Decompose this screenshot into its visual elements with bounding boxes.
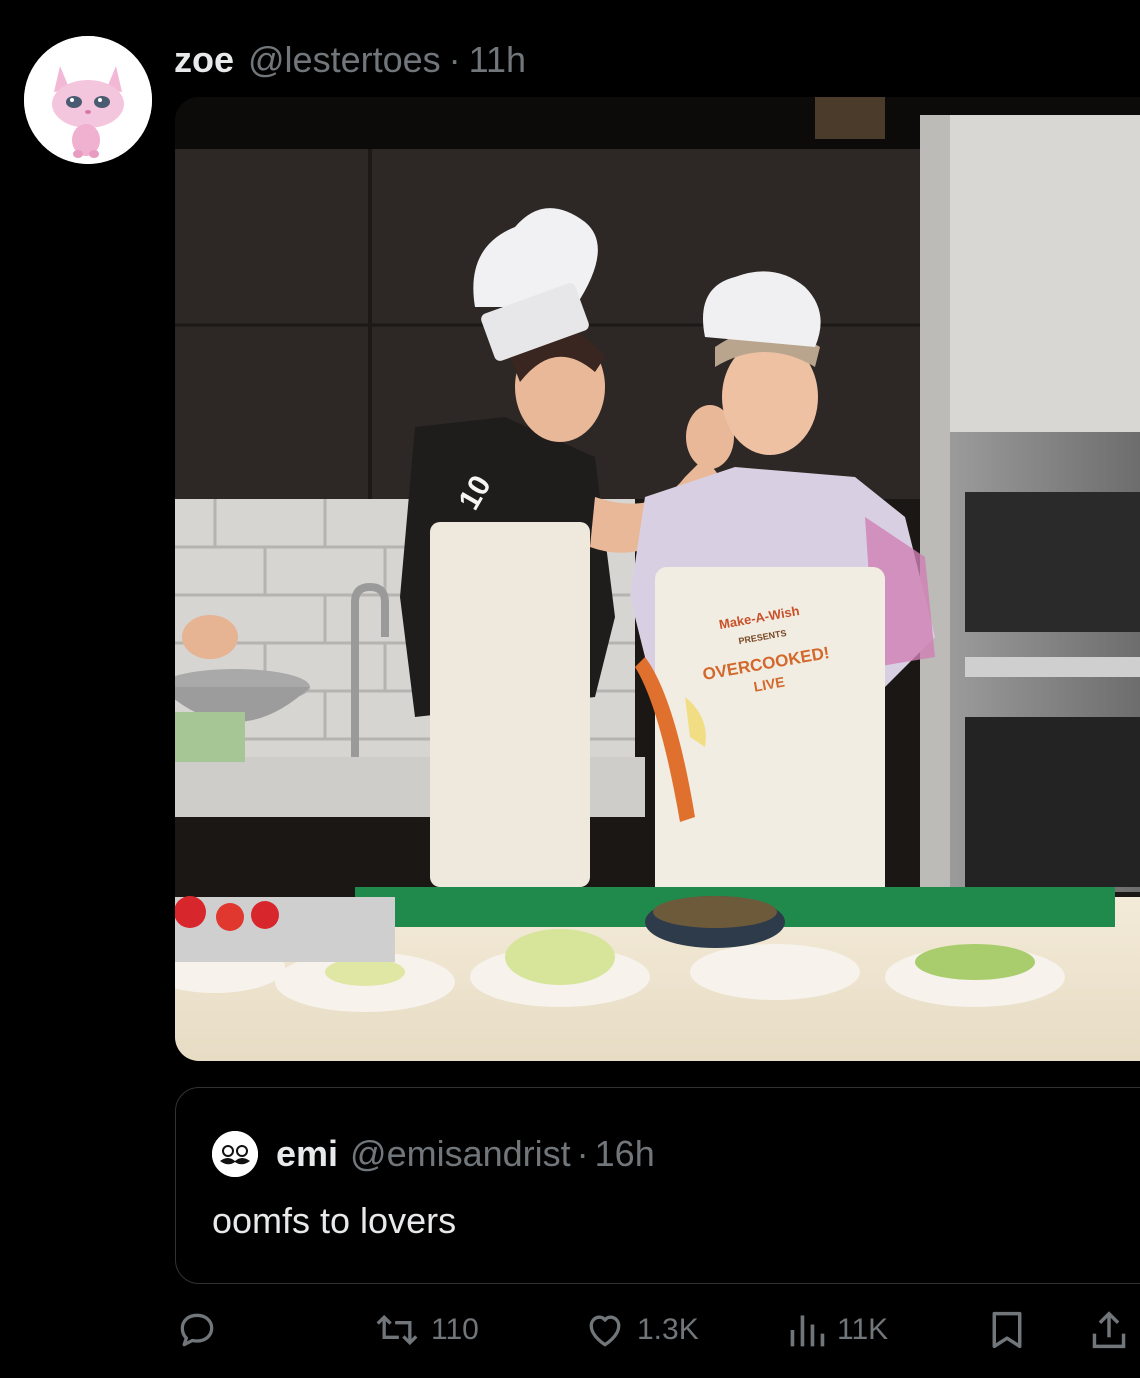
quoted-author-handle[interactable]: @emisandrist: [350, 1133, 571, 1175]
quoted-post-text: oomfs to lovers: [212, 1200, 457, 1241]
like-count: 1.3K: [637, 1313, 699, 1346]
repost-icon: [376, 1314, 418, 1346]
quoted-author-display-name[interactable]: emi: [276, 1133, 338, 1175]
views-count: 11K: [837, 1313, 889, 1346]
author-handle[interactable]: @lestertoes: [248, 39, 441, 81]
post-media-image[interactable]: 10 Make-A-Wish PRESENTS OVERCOOKED! LIVE: [175, 97, 1140, 1061]
quoted-post-timestamp[interactable]: 16h: [595, 1133, 655, 1175]
share-icon: [1092, 1311, 1126, 1349]
post-action-bar: 110 1.3K 11K: [175, 1305, 1135, 1355]
post-timestamp[interactable]: 11h: [469, 39, 526, 81]
post-header: zoe @lestertoes · 11h: [174, 36, 526, 84]
kitchen-photo: 10 Make-A-Wish PRESENTS OVERCOOKED! LIVE: [175, 97, 1140, 1061]
bookmark-button[interactable]: [987, 1305, 1027, 1355]
author-display-name[interactable]: zoe: [174, 39, 234, 81]
author-avatar[interactable]: [24, 36, 152, 164]
views-button[interactable]: 11K: [787, 1305, 888, 1355]
heart-icon: [589, 1315, 621, 1347]
quoted-author-avatar[interactable]: [212, 1131, 258, 1177]
like-button[interactable]: 1.3K: [583, 1305, 699, 1355]
quoted-post-header: emi @emisandrist · 16h: [212, 1131, 655, 1177]
bookmark-icon: [992, 1311, 1022, 1349]
repost-count: 110: [431, 1313, 479, 1346]
views-chart-icon: [790, 1315, 825, 1347]
mustache-face-avatar-icon: [212, 1131, 258, 1177]
reply-icon: [180, 1313, 214, 1347]
separator-dot: ·: [576, 1133, 589, 1174]
reply-button[interactable]: [175, 1305, 219, 1355]
pink-kitten-avatar-icon: [24, 36, 152, 164]
quoted-post-card[interactable]: emi @emisandrist · 16h oomfs to lovers: [175, 1087, 1140, 1284]
share-button[interactable]: [1089, 1305, 1129, 1355]
repost-button[interactable]: 110: [373, 1305, 479, 1355]
separator-dot: ·: [448, 39, 461, 80]
